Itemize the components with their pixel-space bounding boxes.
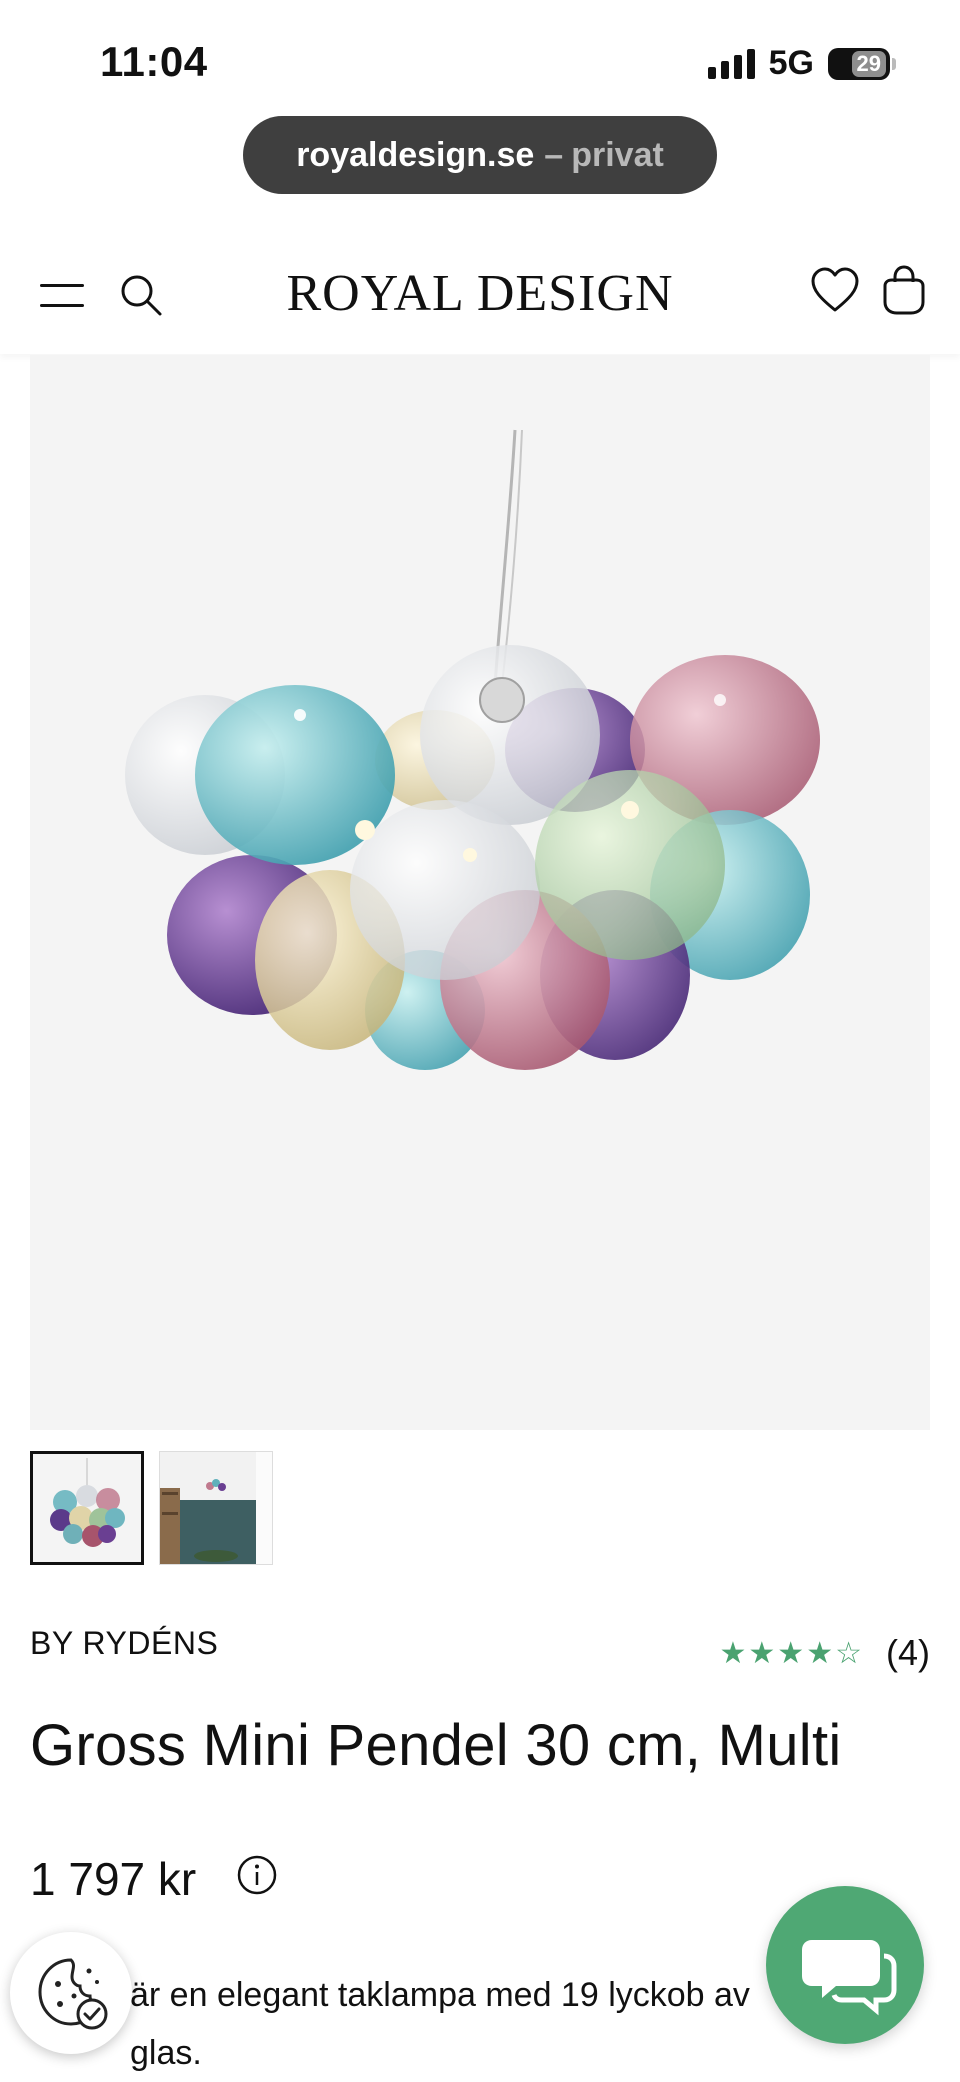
thumbnail-1[interactable] (30, 1451, 144, 1565)
heart-icon[interactable] (810, 266, 860, 314)
status-indicators: 5G 29 (707, 44, 896, 83)
browser-address-pill[interactable]: royaldesign.se – privat (243, 116, 717, 194)
chat-button[interactable] (766, 1886, 924, 2044)
cookie-icon (38, 1958, 108, 2030)
product-description: är en elegant taklampa med 19 lyckob av … (30, 1966, 790, 2082)
thumbnail-lamp-image (33, 1454, 141, 1562)
network-label: 5G (768, 44, 814, 82)
battery-icon: 29 (828, 47, 896, 80)
cookie-settings-button[interactable] (10, 1932, 132, 2054)
product-title: Gross Mini Pendel 30 cm, Multi (30, 1713, 842, 1778)
shopping-bag-icon[interactable] (880, 264, 928, 316)
battery-level: 29 (851, 50, 886, 77)
info-icon[interactable] (236, 1854, 278, 1896)
product-rating[interactable]: ★★★★☆ (4) (720, 1632, 930, 1674)
chat-icon (802, 1940, 897, 2016)
description-text: är en elegant taklampa med 19 lyckob av … (130, 1976, 750, 2072)
status-time: 11:04 (100, 38, 208, 85)
thumbnail-room-image (160, 1452, 272, 1564)
signal-icon (707, 48, 755, 79)
rating-stars: ★★★★☆ (719, 1636, 864, 1670)
browser-domain: royaldesign.se (296, 135, 535, 174)
site-header: ROYAL DESIGN (0, 236, 960, 354)
thumbnail-2[interactable] (159, 1451, 273, 1565)
pendant-lamp-illustration (125, 429, 820, 1070)
product-image[interactable] (30, 355, 930, 1430)
status-bar: 11:04 5G 29 (0, 0, 960, 120)
product-price: 1 797 kr (30, 1853, 197, 1905)
browser-separator: – (544, 135, 564, 174)
product-brand[interactable]: BY RYDÉNS (30, 1625, 218, 1662)
browser-mode: privat (571, 135, 664, 174)
rating-count: (4) (886, 1632, 930, 1673)
